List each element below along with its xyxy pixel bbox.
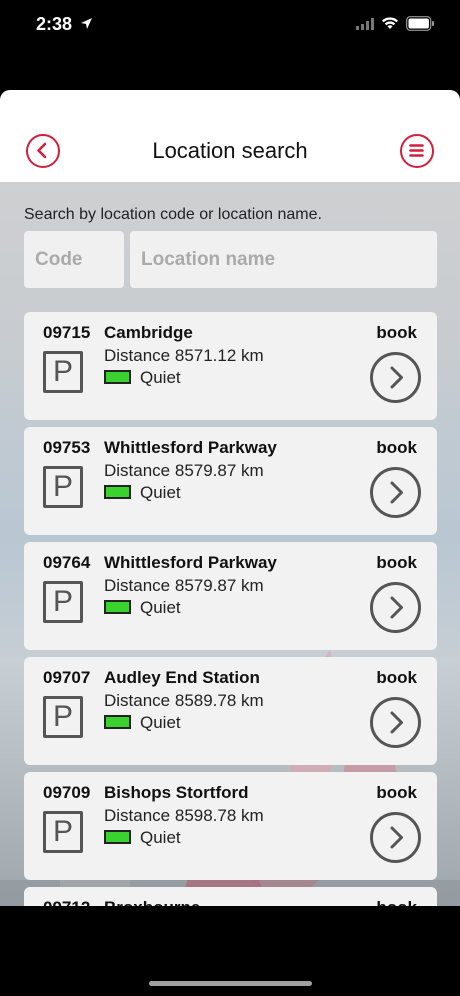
location-card[interactable]: 09764 Whittlesford Parkway Distance 8579… [24,542,437,650]
home-indicator[interactable] [149,981,312,986]
book-label: book [376,898,417,906]
location-name: Whittlesford Parkway [104,553,277,572]
wifi-icon [382,17,398,29]
occupancy-bar-icon [104,830,131,844]
hamburger-icon [409,144,424,157]
book-label: book [376,438,417,457]
location-card[interactable]: 09707 Audley End Station Distance 8589.7… [24,657,437,765]
location-name: Cambridge [104,323,193,342]
occupancy-bar-icon [104,600,131,614]
status-time: 2:38 [36,14,73,34]
top-spacer [0,50,460,90]
location-card[interactable]: 09753 Whittlesford Parkway Distance 8579… [24,427,437,535]
location-card[interactable]: 09712 Broxbourne book [24,887,437,906]
battery-icon [406,16,434,31]
parking-glyph: P [52,815,73,848]
location-name: Whittlesford Parkway [104,438,277,457]
location-status: Quiet [104,483,181,503]
book-button[interactable] [370,352,421,403]
location-status: Quiet [104,598,181,618]
code-input[interactable] [24,231,124,288]
book-button[interactable] [370,467,421,518]
book-label: book [376,553,417,572]
parking-icon: P [43,466,83,508]
status-text: Quiet [140,713,181,732]
location-card[interactable]: 09709 Bishops Stortford Distance 8598.78… [24,772,437,880]
location-status: Quiet [104,828,181,848]
occupancy-bar-icon [104,370,131,384]
book-button[interactable] [370,697,421,748]
location-card[interactable]: 09715 Cambridge Distance 8571.12 km Quie… [24,312,437,420]
location-code: 09764 [43,553,91,572]
chevron-right-icon [390,711,403,734]
location-code: 09709 [43,783,91,802]
book-label: book [376,668,417,687]
location-code: 09712 [43,898,90,906]
book-label: book [376,783,417,802]
location-code: 09715 [43,323,91,342]
status-text: Quiet [140,483,181,502]
location-code: 09753 [43,438,91,457]
parking-icon: P [43,811,83,853]
status-bar: 2:38 [0,0,460,50]
chevron-right-icon [390,481,403,504]
parking-glyph: P [52,470,73,503]
status-text: Quiet [140,598,181,617]
chevron-right-icon [390,826,403,849]
search-instructions: Search by location code or location name… [24,206,322,223]
parking-glyph: P [52,355,73,388]
parking-glyph: P [52,700,73,733]
book-button[interactable] [370,812,421,863]
location-code: 09707 [43,668,91,687]
location-name-input[interactable] [130,231,437,288]
parking-glyph: P [52,585,73,618]
location-name: Broxbourne [104,898,200,906]
location-name: Audley End Station [104,668,260,687]
location-status: Quiet [104,713,181,733]
menu-button[interactable] [400,134,434,168]
location-name: Bishops Stortford [104,783,249,802]
cellular-signal-icon [356,18,374,30]
status-text: Quiet [140,368,181,387]
occupancy-bar-icon [104,485,131,499]
location-distance: Distance 8589.78 km [104,691,264,710]
chevron-right-icon [390,596,403,619]
page-title: Location search [152,138,308,163]
chevron-right-icon [390,366,403,389]
location-status: Quiet [104,368,181,388]
parking-icon: P [43,696,83,738]
app-screen: Location search Search by location code … [0,90,460,906]
location-arrow-icon [81,18,92,29]
bottom-bar [0,906,460,996]
location-distance: Distance 8579.87 km [104,576,264,595]
parking-icon: P [43,351,83,393]
occupancy-bar-icon [104,715,131,729]
book-label: book [376,323,417,342]
location-distance: Distance 8579.87 km [104,461,264,480]
location-distance: Distance 8571.12 km [104,346,264,365]
book-button[interactable] [370,582,421,633]
status-text: Quiet [140,828,181,847]
location-distance: Distance 8598.78 km [104,806,264,825]
parking-icon: P [43,581,83,623]
header: Location search [0,90,460,182]
